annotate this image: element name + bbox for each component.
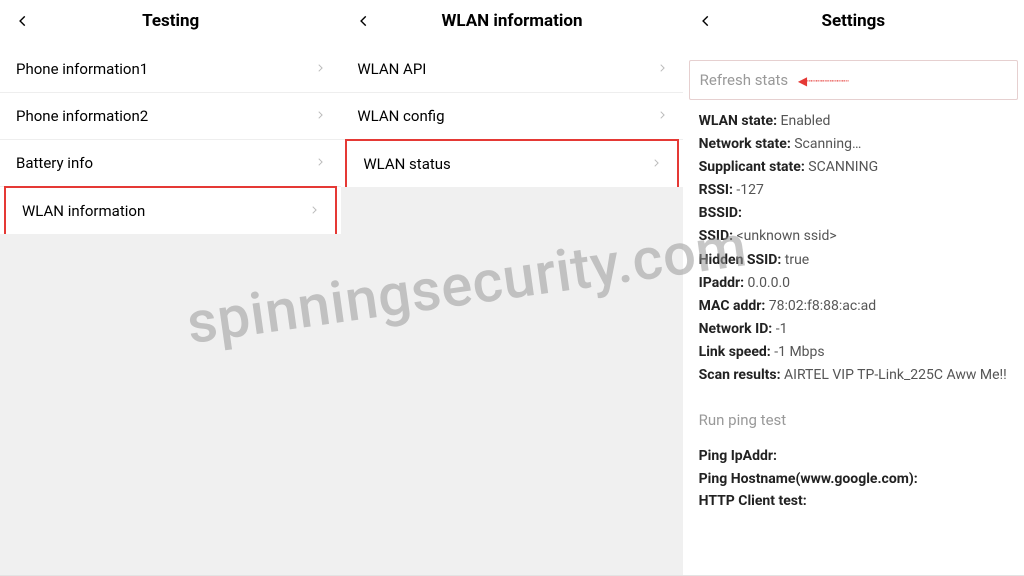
chevron-right-icon — [315, 60, 325, 78]
stats-label: WLAN state: — [699, 113, 777, 129]
list-item-label: WLAN config — [357, 107, 444, 125]
wlan-list: WLAN API WLAN config WLAN status — [341, 46, 682, 187]
stats-row: Supplicant state: SCANNING — [699, 156, 1008, 179]
stats-label: SSID: — [699, 228, 733, 244]
panel-wlan-info: WLAN information WLAN APIWLAN configWLAN… — [341, 0, 682, 576]
stats-row: WLAN state: Enabled — [699, 110, 1008, 133]
stats-value: <unknown ssid> — [733, 228, 837, 244]
stats-label: Link speed: — [699, 344, 771, 360]
header-settings: Settings — [683, 0, 1024, 46]
panel-testing: Testing Phone information1Phone informat… — [0, 0, 341, 576]
list-item[interactable]: WLAN API — [341, 46, 682, 93]
chevron-right-icon — [657, 107, 667, 125]
stats-label: RSSI: — [699, 182, 733, 198]
stats-label: Scan results: — [699, 367, 781, 383]
stats-value: -127 — [733, 182, 764, 198]
page-title: Testing — [0, 11, 341, 31]
list-item-label: WLAN information — [22, 202, 145, 220]
run-ping-link[interactable]: Run ping test — [683, 399, 1024, 441]
ping-row: HTTP Client test: — [699, 490, 1008, 512]
stats-value: SCANNING — [805, 159, 878, 175]
list-item-label: WLAN status — [363, 155, 450, 173]
list-item[interactable]: WLAN status — [345, 139, 678, 187]
wlan-stats-block: WLAN state: EnabledNetwork state: Scanni… — [683, 106, 1024, 399]
header-wlan-info: WLAN information — [341, 0, 682, 46]
stats-row: Link speed: -1 Mbps — [699, 341, 1008, 364]
stats-value: 78:02:f8:88:ac:ad — [765, 298, 876, 314]
stats-label: Network state: — [699, 136, 791, 152]
stats-row: Network state: Scanning… — [699, 133, 1008, 156]
chevron-right-icon — [315, 107, 325, 125]
stats-value: 0.0.0.0 — [744, 275, 790, 291]
list-item-label: Phone information1 — [16, 60, 148, 78]
list-item-label: Phone information2 — [16, 107, 148, 125]
stats-value: Scanning… — [791, 136, 862, 152]
list-item[interactable]: WLAN information — [4, 186, 337, 234]
list-item[interactable]: WLAN config — [341, 93, 682, 140]
annotation-arrow-icon: ◀┈┈┈┈┈┈┈┈ — [798, 74, 847, 88]
stats-label: Hidden SSID: — [699, 252, 782, 268]
stats-label: MAC addr: — [699, 298, 766, 314]
chevron-right-icon — [651, 155, 661, 173]
stats-value: AIRTEL VIP TP-Link_225C Aww Me!! — [781, 367, 1007, 383]
panel-settings: Settings Refresh stats ◀┈┈┈┈┈┈┈┈ WLAN st… — [683, 0, 1024, 576]
back-icon[interactable] — [12, 10, 34, 32]
chevron-right-icon — [657, 60, 667, 78]
page-title: Settings — [683, 11, 1024, 31]
stats-label: Supplicant state: — [699, 159, 805, 175]
refresh-stats-link[interactable]: Refresh stats ◀┈┈┈┈┈┈┈┈ — [689, 60, 1018, 100]
stats-row: SSID: <unknown ssid> — [699, 225, 1008, 248]
stats-row: IPaddr: 0.0.0.0 — [699, 272, 1008, 295]
stats-label: IPaddr: — [699, 275, 744, 291]
stats-value: -1 — [772, 321, 787, 337]
list-item-label: Battery info — [16, 154, 93, 172]
stats-value: true — [781, 252, 809, 268]
stats-label: BSSID: — [699, 205, 742, 221]
stats-row: Hidden SSID: true — [699, 249, 1008, 272]
stats-row: Scan results: AIRTEL VIP TP-Link_225C Aw… — [699, 364, 1008, 387]
list-item-label: WLAN API — [357, 60, 426, 78]
ping-results-block: Ping IpAddr:Ping Hostname(www.google.com… — [683, 441, 1024, 520]
ping-row: Ping Hostname(www.google.com): — [699, 468, 1008, 490]
stats-row: BSSID: — [699, 202, 1008, 225]
list-item[interactable]: Phone information1 — [0, 46, 341, 93]
run-ping-label: Run ping test — [699, 411, 787, 429]
testing-list: Phone information1 Phone information2 Batt… — [0, 46, 341, 234]
stats-row: MAC addr: 78:02:f8:88:ac:ad — [699, 295, 1008, 318]
ping-row: Ping IpAddr: — [699, 445, 1008, 467]
stats-row: Network ID: -1 — [699, 318, 1008, 341]
stats-row: RSSI: -127 — [699, 179, 1008, 202]
list-item[interactable]: Battery info — [0, 140, 341, 187]
refresh-stats-label: Refresh stats — [700, 71, 789, 89]
header-testing: Testing — [0, 0, 341, 46]
chevron-right-icon — [315, 154, 325, 172]
stats-value: Enabled — [777, 113, 830, 129]
page-title: WLAN information — [341, 11, 682, 31]
back-icon[interactable] — [353, 10, 375, 32]
stats-label: Network ID: — [699, 321, 773, 337]
stats-value: -1 Mbps — [771, 344, 825, 360]
chevron-right-icon — [309, 202, 319, 220]
list-item[interactable]: Phone information2 — [0, 93, 341, 140]
back-icon[interactable] — [695, 10, 717, 32]
